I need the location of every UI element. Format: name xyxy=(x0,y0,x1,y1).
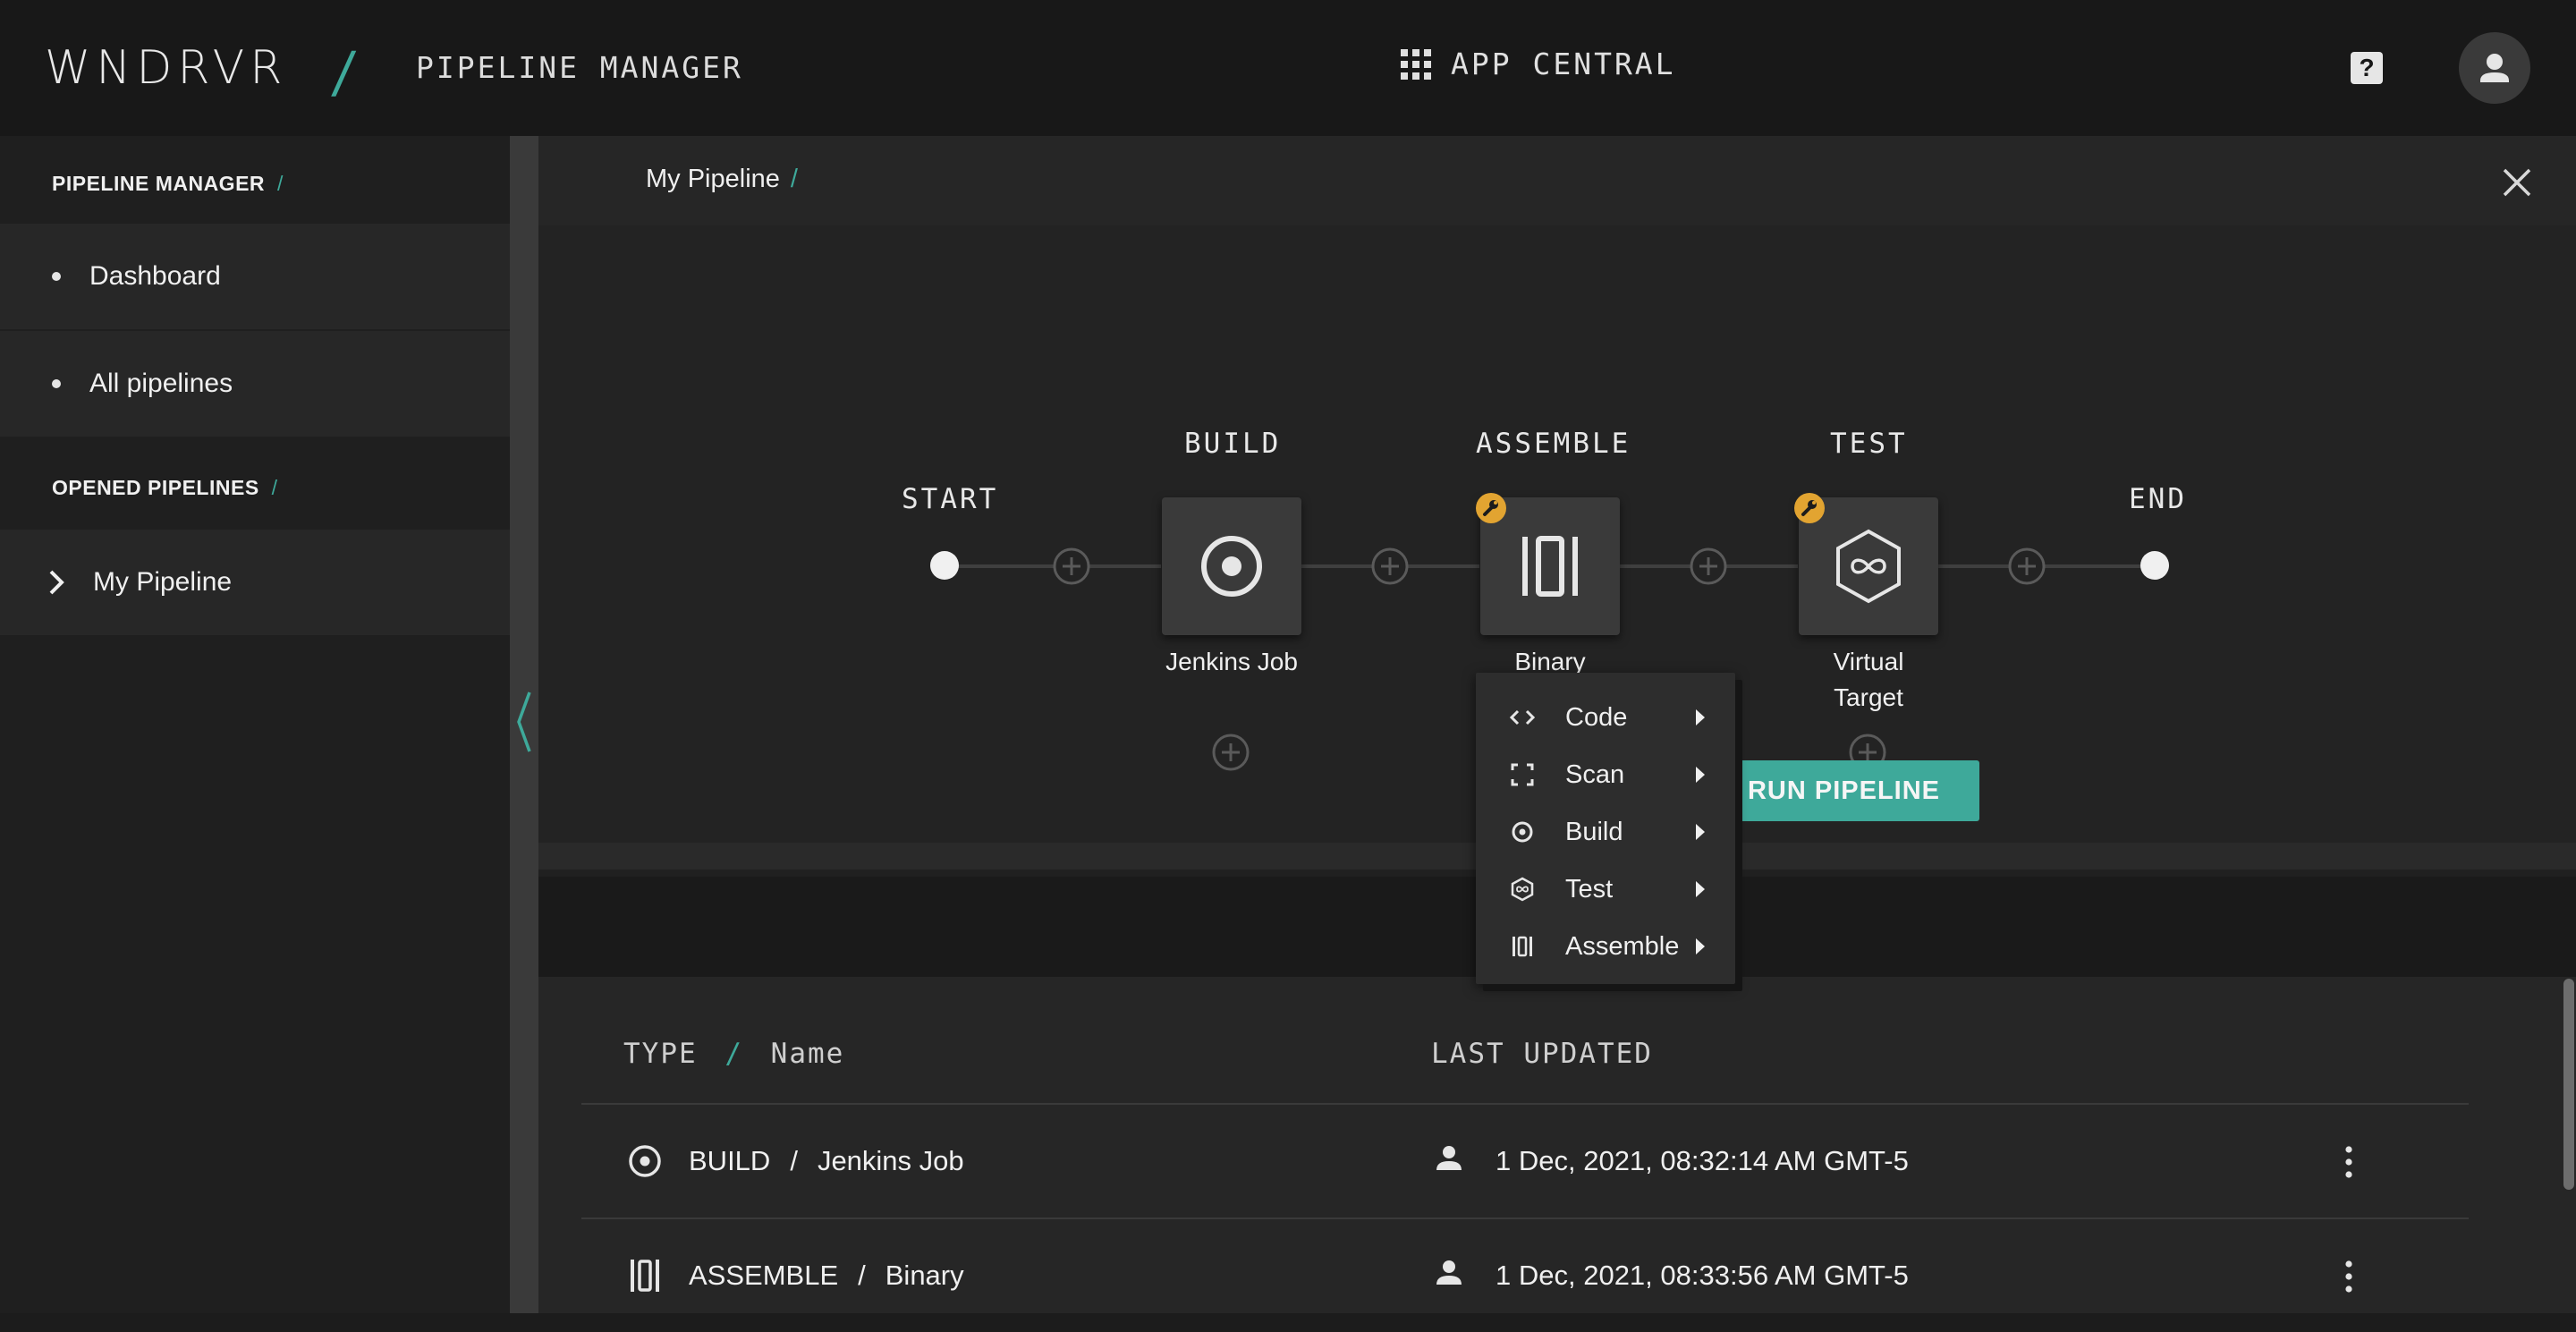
breadcrumb[interactable]: My Pipeline / xyxy=(646,165,798,194)
row-type-name: BUILD / Jenkins Job xyxy=(689,1145,964,1176)
column-header-type-name[interactable]: TYPE / Name xyxy=(623,1038,844,1070)
hexagon-infinity-icon xyxy=(1511,877,1534,902)
sidebar-section-opened-pipelines: OPENED PIPELINES / xyxy=(52,476,278,499)
binary-icon xyxy=(1513,936,1532,957)
stage-test-label: TEST xyxy=(1830,428,1908,460)
start-label: START xyxy=(902,483,999,515)
user-icon xyxy=(2480,54,2509,82)
add-stage-icon[interactable] xyxy=(1370,547,1410,586)
more-options-icon[interactable] xyxy=(2345,1146,2352,1178)
menu-item-build[interactable]: Build xyxy=(1476,803,1735,861)
caret-right-icon xyxy=(1696,938,1705,954)
target-icon xyxy=(1512,821,1533,843)
caret-right-icon xyxy=(1696,767,1705,783)
brand-logo[interactable]: WNDRVR xyxy=(45,41,287,95)
table-row[interactable]: ASSEMBLE / Binary 1 Dec, 2021, 08:33:56 … xyxy=(581,1219,2469,1332)
apps-grid-icon xyxy=(1401,48,1431,80)
sidebar-item-my-pipeline[interactable]: My Pipeline xyxy=(0,530,510,635)
logo-separator: / xyxy=(329,39,359,105)
top-bar: WNDRVR / PIPELINE MANAGER APP CENTRAL ? xyxy=(0,0,2576,136)
sidebar-section-pipeline-manager: PIPELINE MANAGER / xyxy=(52,172,284,195)
column-header-last-updated[interactable]: LAST UPDATED xyxy=(1431,1038,1653,1070)
bullet-icon xyxy=(52,379,61,388)
menu-item-code[interactable]: Code xyxy=(1476,689,1735,746)
bullet-icon xyxy=(52,272,61,281)
stage-build-name: Jenkins Job xyxy=(1165,648,1298,675)
caret-right-icon xyxy=(1696,824,1705,840)
add-stage-icon[interactable] xyxy=(1052,547,1091,586)
binary-icon xyxy=(631,1260,659,1292)
menu-item-test[interactable]: Test xyxy=(1476,861,1735,918)
avatar[interactable] xyxy=(2459,32,2530,104)
stage-node-build[interactable] xyxy=(1162,497,1301,635)
caret-right-icon xyxy=(1696,709,1705,725)
table-row[interactable]: BUILD / Jenkins Job 1 Dec, 2021, 08:32:1… xyxy=(581,1105,2469,1217)
chevron-left-icon[interactable] xyxy=(513,689,533,755)
wrench-icon xyxy=(1801,500,1817,516)
end-label: END xyxy=(2129,483,2187,515)
breadcrumb-bar: My Pipeline / xyxy=(538,136,2576,225)
more-options-icon[interactable] xyxy=(2345,1260,2352,1293)
user-icon xyxy=(1436,1260,1462,1285)
menu-item-scan[interactable]: Scan xyxy=(1476,746,1735,803)
close-icon[interactable] xyxy=(2499,165,2535,200)
warning-badge[interactable] xyxy=(1794,493,1825,523)
app-central-label: APP CENTRAL xyxy=(1451,47,1676,81)
add-stage-icon[interactable] xyxy=(1689,547,1728,586)
stage-build-label: BUILD xyxy=(1184,428,1282,460)
sidebar-item-all-pipelines[interactable]: All pipelines xyxy=(0,331,510,437)
code-icon xyxy=(1509,709,1536,725)
scan-icon xyxy=(1511,763,1534,786)
scrollbar[interactable] xyxy=(2563,979,2574,1190)
row-type-name: ASSEMBLE / Binary xyxy=(689,1260,964,1291)
add-step-icon[interactable] xyxy=(1211,733,1250,772)
warning-badge[interactable] xyxy=(1476,493,1506,523)
chevron-right-icon xyxy=(49,570,64,595)
stage-test-name: Virtual Target xyxy=(1833,648,1904,711)
sidebar-item-label: Dashboard xyxy=(89,261,221,291)
sidebar: PIPELINE MANAGER / Dashboard All pipeline… xyxy=(0,136,510,1313)
add-step-context-menu: Code Scan Build Test Assemble xyxy=(1476,673,1735,984)
app-central-button[interactable]: APP CENTRAL xyxy=(1401,47,1676,81)
run-pipeline-button[interactable]: RUN PIPELINE xyxy=(1708,760,1979,821)
stage-assemble-label: ASSEMBLE xyxy=(1476,428,1631,460)
sidebar-item-label: All pipelines xyxy=(89,369,233,398)
wrench-icon xyxy=(1483,500,1498,516)
sidebar-item-label: My Pipeline xyxy=(93,567,233,597)
menu-item-assemble[interactable]: Assemble xyxy=(1476,918,1735,975)
app-title: PIPELINE MANAGER xyxy=(416,50,743,85)
start-node xyxy=(930,551,959,580)
caret-right-icon xyxy=(1696,881,1705,897)
sidebar-item-dashboard[interactable]: Dashboard xyxy=(0,224,510,329)
row-last-updated: 1 Dec, 2021, 08:33:56 AM GMT-5 xyxy=(1496,1260,1909,1291)
question-mark-icon[interactable]: ? xyxy=(2351,52,2383,84)
add-stage-icon[interactable] xyxy=(2007,547,2046,586)
user-icon xyxy=(1436,1146,1462,1170)
target-icon xyxy=(1201,536,1262,597)
end-node xyxy=(2140,551,2169,580)
target-icon xyxy=(629,1145,661,1177)
row-last-updated: 1 Dec, 2021, 08:32:14 AM GMT-5 xyxy=(1496,1145,1909,1176)
